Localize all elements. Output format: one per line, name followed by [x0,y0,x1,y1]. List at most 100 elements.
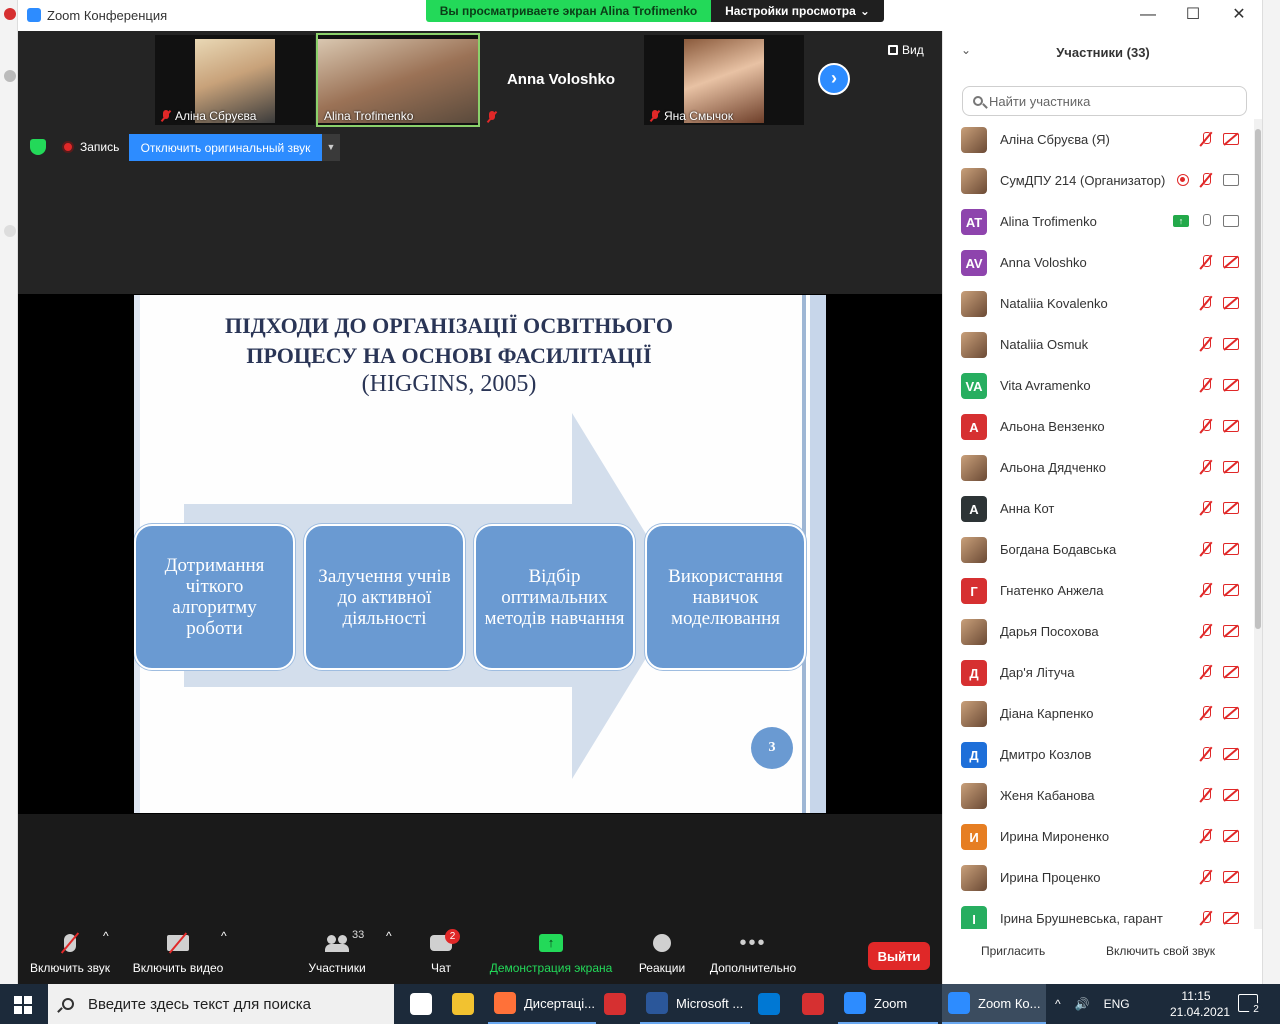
participant-search[interactable] [962,86,1247,116]
unmute-self-button[interactable]: Включить свой звук [1106,944,1215,958]
participant-row[interactable]: VA Vita Avramenko [943,365,1253,406]
participant-row[interactable]: Ирина Проценко [943,857,1253,898]
unmute-button[interactable]: Включить звук [28,929,112,975]
participants-options-caret[interactable]: ^ [386,929,392,943]
close-button[interactable]: ✕ [1227,4,1251,26]
participant-row[interactable]: І Ірина Брушневська, гарант [943,898,1253,929]
participant-row[interactable]: Nataliia Osmuk [943,324,1253,365]
avatar: AV [961,250,987,276]
taskbar-search-input[interactable] [88,995,378,1013]
avatar [961,291,987,317]
taskbar-app-explorer[interactable] [446,984,486,1024]
video-thumb-4[interactable]: Яна Смычок [644,35,804,125]
taskbar-app-mail[interactable] [752,984,794,1024]
chat-badge: 2 [445,929,460,944]
taskbar-app-task-view[interactable] [404,984,444,1024]
share-screen-button[interactable]: ↑ Демонстрация экрана [488,929,614,975]
participant-row[interactable]: СумДПУ 214 (Организатор) [943,160,1253,201]
video-thumb-1[interactable]: Аліна Сбруєва [155,35,315,125]
taskbar-app-label: Zoom Ко... [978,995,1041,1011]
mic-muted-icon [1199,418,1213,434]
original-audio-dropdown[interactable]: ▼ [322,134,340,161]
mic-muted-icon [1199,172,1213,188]
notifications-icon[interactable]: 2 [1238,994,1263,1017]
taskbar-app-app2[interactable] [796,984,836,1024]
taskbar-app-zoom-meeting[interactable]: Zoom Ко... [942,984,1046,1024]
participant-status-icons [1199,500,1239,516]
leave-button[interactable]: Выйти [868,942,930,970]
next-page-button[interactable]: › [818,63,850,95]
view-button[interactable]: Вид [888,43,924,57]
search-input[interactable] [989,93,1229,109]
start-video-button[interactable]: Включить видео [132,929,224,975]
video-options-caret[interactable]: ^ [221,929,227,943]
recording-indicator[interactable]: Запись [62,140,119,154]
security-shield-icon[interactable] [30,139,46,155]
mic-muted-icon [1199,828,1213,844]
app2-icon [802,993,824,1015]
participant-row[interactable]: Альона Дядченко [943,447,1253,488]
background-app-strip [1262,0,1280,984]
participant-row[interactable]: А Альона Вензенко [943,406,1253,447]
minimize-button[interactable]: — [1136,4,1160,26]
participant-name: Дарья Посохова [1000,624,1099,639]
slide-subtitle: (HIGGINS, 2005) [361,371,537,397]
avatar [961,537,987,563]
panel-scrollbar[interactable] [1254,119,1262,929]
more-button[interactable]: ••• Дополнительно [708,929,798,975]
video-off-icon [1223,543,1239,555]
taskbar-app-label: Microsoft ... [676,995,744,1011]
mic-muted-icon [1199,459,1213,475]
video-thumb-3[interactable]: Anna Voloshko [481,35,641,125]
participant-row[interactable]: Богдана Бодавська [943,529,1253,570]
participant-row[interactable]: Дарья Посохова [943,611,1253,652]
video-thumb-2[interactable]: Alina Trofimenko [316,33,480,127]
participant-status-icons [1199,418,1239,434]
panel-header: ⌄ Участники (33) [943,31,1263,75]
explorer-icon [452,993,474,1015]
participant-row[interactable]: AV Anna Voloshko [943,242,1253,283]
maximize-button[interactable]: ☐ [1181,4,1205,26]
participant-row[interactable]: Д Дар'я Літуча [943,652,1253,693]
volume-icon[interactable]: 🔊 [1075,997,1090,1011]
taskbar-app-firefox[interactable]: Дисертаці... [488,984,596,1024]
participant-name: Ірина Брушневська, гарант [1000,911,1163,926]
participant-row[interactable]: AT Alina Trofimenko ↑ [943,201,1253,242]
start-button[interactable] [14,996,32,1014]
taskbar-app-app[interactable] [598,984,638,1024]
participant-name: Альона Дядченко [1000,460,1106,475]
record-label: Запись [80,140,120,154]
language-indicator[interactable]: ENG [1104,997,1130,1011]
tray-chevron-icon[interactable]: ^ [1055,997,1061,1011]
participant-row[interactable]: Д Дмитро Козлов [943,734,1253,775]
taskbar-search[interactable] [48,984,394,1024]
original-audio-button[interactable]: Отключить оригинальный звук [129,134,322,161]
participant-name: Дар'я Літуча [1000,665,1075,680]
chat-button[interactable]: 2 Чат [426,929,460,975]
scrollbar-thumb[interactable] [1255,129,1261,629]
taskbar-app-zoom[interactable]: Zoom [838,984,938,1024]
participant-row[interactable]: И Ирина Мироненко [943,816,1253,857]
clock-date: 21.04.2021 [1170,1005,1231,1019]
avatar [961,783,987,809]
participant-status-icons [1199,336,1239,352]
taskbar-app-word[interactable]: Microsoft ... [640,984,750,1024]
mail-icon [758,993,780,1015]
reactions-button[interactable]: Реакции [638,929,686,975]
mic-muted-icon [161,110,171,122]
participant-name: Ирина Мироненко [1000,829,1110,844]
participant-status-icons [1199,541,1239,557]
taskbar-app-label: Zoom [874,995,908,1011]
view-settings-button[interactable]: Настройки просмотра ⌄ [711,0,884,22]
participant-row[interactable]: Г Гнатенко Анжела [943,570,1253,611]
participant-row[interactable]: Женя Кабанова [943,775,1253,816]
participant-row[interactable]: Аліна Сбруєва (Я) [943,119,1253,160]
clock[interactable]: 11:15 21.04.2021 [1170,988,1231,1020]
participant-row[interactable]: А Анна Кот [943,488,1253,529]
participant-row[interactable]: Nataliia Kovalenko [943,283,1253,324]
video-off-icon [1223,379,1239,391]
audio-options-caret[interactable]: ^ [103,929,109,943]
participant-row[interactable]: Діана Карпенко [943,693,1253,734]
participants-button[interactable]: 33 Участники [306,929,368,975]
invite-button[interactable]: Пригласить [981,944,1045,958]
